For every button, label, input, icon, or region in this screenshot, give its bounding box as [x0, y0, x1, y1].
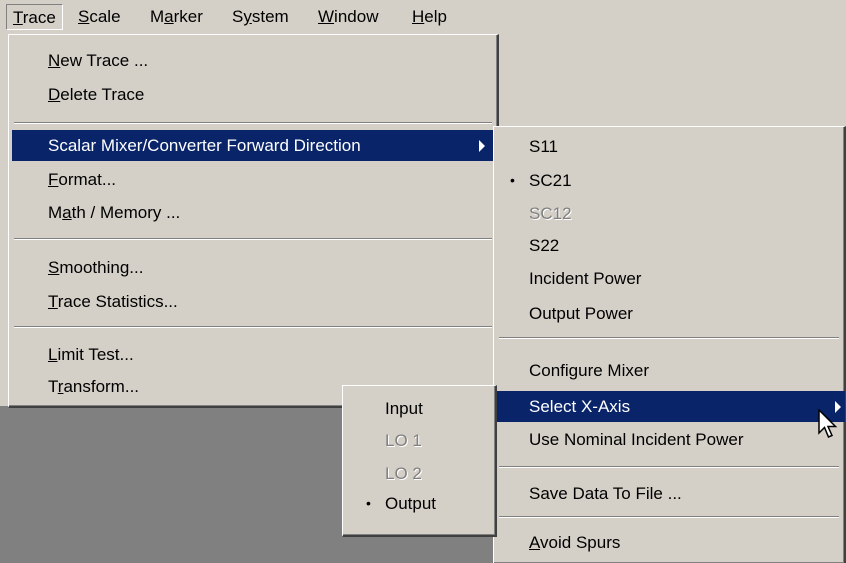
- menu-system[interactable]: System: [226, 4, 295, 30]
- incident-power-label: Incident Power: [529, 269, 642, 288]
- menu-trace-post: race: [22, 8, 56, 27]
- menu-item-avoid-spurs[interactable]: Avoid Spurs: [497, 527, 845, 558]
- menu-item-lo1: LO 1: [346, 425, 494, 456]
- menu-trace-key: T: [13, 8, 23, 27]
- x-axis-submenu: Input LO 1 LO 2 • Output: [342, 385, 497, 537]
- menu-scale-key: S: [78, 7, 90, 26]
- limit-test-label: Limit Test...: [48, 345, 134, 364]
- menu-item-s11[interactable]: S11: [497, 131, 845, 162]
- menu-system-post: stem: [251, 7, 289, 26]
- menu-item-new-trace[interactable]: New Trace ...: [12, 45, 494, 76]
- menu-window-key: W: [318, 7, 335, 26]
- save-data-label: Save Data To File ...: [529, 484, 682, 503]
- menu-item-sc21[interactable]: • SC21: [497, 165, 845, 196]
- menu-item-lo2: LO 2: [346, 458, 494, 489]
- menu-separator: [499, 337, 839, 339]
- menu-marker-post: rker: [173, 7, 203, 26]
- menu-item-save-data[interactable]: Save Data To File ...: [497, 478, 845, 509]
- menu-item-trace-statistics[interactable]: Trace Statistics...: [12, 286, 494, 317]
- menu-separator: [14, 326, 492, 328]
- sc21-label: SC21: [529, 171, 572, 190]
- menu-marker[interactable]: Marker: [144, 4, 209, 30]
- menu-item-s22[interactable]: S22: [497, 230, 845, 261]
- transform-label: Transform...: [48, 377, 140, 396]
- menu-item-use-nominal-incident-power[interactable]: Use Nominal Incident Power: [497, 424, 845, 455]
- delete-trace-label: Delete Trace: [48, 85, 145, 104]
- smoothing-label: Smoothing...: [48, 258, 144, 277]
- trace-menu: New Trace ... Delete Trace Scalar Mixer/…: [8, 34, 499, 408]
- menu-scale[interactable]: Scale: [72, 4, 127, 30]
- menu-system-pre: S: [232, 7, 244, 26]
- menu-separator: [499, 516, 839, 518]
- configure-mixer-label: Configure Mixer: [529, 361, 649, 380]
- menu-marker-key: a: [164, 7, 174, 26]
- menu-scale-post: cale: [89, 7, 121, 26]
- menu-help-post: elp: [424, 7, 447, 26]
- menu-item-format[interactable]: Format...: [12, 164, 494, 195]
- new-trace-label: New Trace ...: [48, 51, 149, 70]
- lo2-label: LO 2: [385, 464, 422, 483]
- avoid-spurs-label: Avoid Spurs: [529, 533, 621, 552]
- menu-help-key: H: [412, 7, 425, 26]
- menu-item-configure-mixer[interactable]: Configure Mixer: [497, 355, 845, 386]
- trace-statistics-label: Trace Statistics...: [48, 292, 178, 311]
- menu-separator: [499, 466, 839, 468]
- menu-item-input[interactable]: Input: [346, 393, 494, 424]
- menu-item-math-memory[interactable]: Math / Memory ...: [12, 197, 494, 228]
- menu-help[interactable]: Help: [406, 4, 453, 30]
- parameter-submenu: S11 • SC21 SC12 S22 Incident Power Outpu…: [493, 126, 846, 563]
- menu-window[interactable]: Window: [312, 4, 384, 30]
- menu-item-scalar-mixer[interactable]: Scalar Mixer/Converter Forward Direction: [12, 130, 494, 161]
- s11-label: S11: [529, 137, 558, 156]
- math-memory-label: Math / Memory ...: [48, 203, 181, 222]
- menu-item-output-power[interactable]: Output Power: [497, 298, 845, 329]
- menu-item-select-x-axis[interactable]: Select X-Axis: [497, 391, 845, 422]
- menu-item-sc12: SC12: [497, 198, 845, 229]
- menu-bar: Trace Scale Marker System Window Help: [0, 0, 846, 34]
- format-label: Format...: [48, 170, 117, 189]
- sc12-label: SC12: [529, 204, 572, 223]
- input-label: Input: [385, 399, 423, 418]
- menu-item-output[interactable]: • Output: [346, 488, 494, 519]
- mouse-pointer-icon: [818, 409, 838, 438]
- menu-system-key: y: [243, 7, 252, 26]
- selected-bullet-icon: •: [510, 172, 515, 188]
- selected-bullet-icon: •: [366, 495, 371, 511]
- use-nominal-label: Use Nominal Incident Power: [529, 430, 744, 449]
- menu-marker-pre: M: [150, 7, 165, 26]
- scalar-mixer-label: Scalar Mixer/Converter Forward Direction: [48, 136, 361, 155]
- menu-item-limit-test[interactable]: Limit Test...: [12, 339, 494, 370]
- menu-trace[interactable]: Trace: [6, 4, 63, 30]
- menu-item-delete-trace[interactable]: Delete Trace: [12, 79, 494, 110]
- output-power-label: Output Power: [529, 304, 633, 323]
- menu-window-post: indow: [334, 7, 379, 26]
- output-label: Output: [385, 494, 437, 513]
- lo1-label: LO 1: [385, 431, 422, 450]
- menu-separator: [14, 122, 492, 124]
- s22-label: S22: [529, 236, 560, 255]
- menu-separator: [14, 238, 492, 240]
- menu-item-incident-power[interactable]: Incident Power: [497, 263, 845, 294]
- submenu-arrow-icon: [479, 140, 485, 152]
- menu-item-smoothing[interactable]: Smoothing...: [12, 252, 494, 283]
- select-x-axis-label: Select X-Axis: [529, 397, 631, 416]
